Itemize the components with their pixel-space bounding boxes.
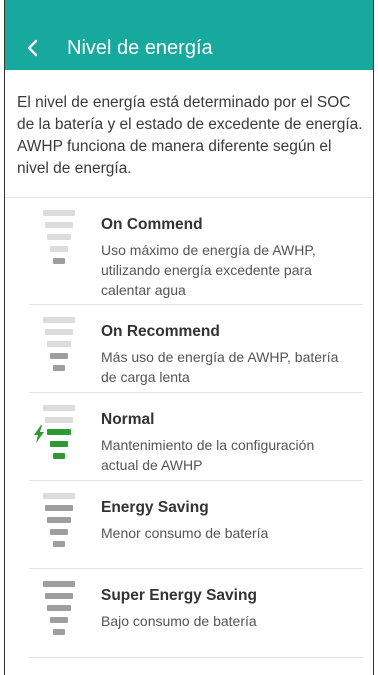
energy-level-name: Super Energy Saving	[101, 587, 257, 604]
energy-level-description: Menor consumo de batería	[101, 525, 269, 541]
energy-level-meter	[43, 493, 83, 553]
meter-bar	[50, 246, 68, 252]
meter-bar	[45, 417, 73, 423]
energy-level-description: Uso máximo de energía de AWHP, utilizand…	[101, 242, 316, 298]
page-title: Nivel de energía	[67, 37, 213, 59]
meter-bar	[45, 593, 73, 599]
energy-level-list: On Commend Uso máximo de energía de AWHP,…	[5, 198, 373, 657]
energy-level-meter	[43, 210, 83, 270]
meter-bar	[47, 429, 71, 435]
energy-level-name: On Commend	[101, 216, 203, 233]
meter-bar	[47, 605, 71, 611]
energy-level-description: Mantenimiento de la configuración actual…	[101, 437, 315, 473]
app-header: Nivel de energía	[5, 0, 373, 70]
energy-level-meter	[43, 581, 83, 641]
meter-bar	[53, 541, 65, 547]
meter-bar	[53, 629, 65, 635]
app-screen: Nivel de energía El nivel de energía est…	[4, 0, 374, 675]
energy-level-description: Bajo consumo de batería	[101, 613, 257, 629]
intro-text: El nivel de energía está determinado por…	[17, 94, 363, 177]
energy-level-item[interactable]: Energy Saving Menor consumo de batería	[5, 481, 373, 569]
energy-level-description: Más uso de energía de AWHP, batería de c…	[101, 349, 339, 385]
meter-bar	[53, 365, 65, 371]
meter-bar	[45, 222, 73, 228]
back-button[interactable]	[21, 36, 45, 60]
energy-level-item[interactable]: On Recommend Más uso de energía de AWHP, …	[5, 305, 373, 393]
meter-bar	[45, 505, 73, 511]
meter-bar	[47, 517, 71, 523]
chevron-left-icon	[27, 39, 38, 57]
meter-bar	[53, 258, 65, 264]
meter-bar	[45, 329, 73, 335]
meter-bar	[47, 234, 71, 240]
meter-bar	[43, 210, 75, 216]
energy-level-meter	[43, 317, 83, 377]
meter-bar	[43, 405, 75, 411]
lightning-bolt-icon	[33, 425, 45, 443]
energy-level-name: Normal	[101, 411, 155, 428]
meter-bar	[43, 317, 75, 323]
energy-level-item[interactable]: Super Energy Saving Bajo consumo de bater…	[5, 569, 373, 657]
meter-bar	[47, 341, 71, 347]
energy-level-item[interactable]: On Commend Uso máximo de energía de AWHP,…	[5, 198, 373, 305]
divider	[29, 657, 363, 658]
meter-bar	[50, 529, 68, 535]
energy-level-item[interactable]: Normal Mantenimiento de la configuración …	[5, 393, 373, 481]
energy-level-name: On Recommend	[101, 323, 220, 340]
meter-bar	[50, 441, 68, 447]
meter-bar	[50, 617, 68, 623]
meter-bar	[50, 353, 68, 359]
energy-level-meter	[34, 405, 83, 465]
energy-level-name: Energy Saving	[101, 499, 209, 516]
meter-bar	[43, 493, 75, 499]
meter-bar	[53, 453, 65, 459]
meter-bar	[43, 581, 75, 587]
